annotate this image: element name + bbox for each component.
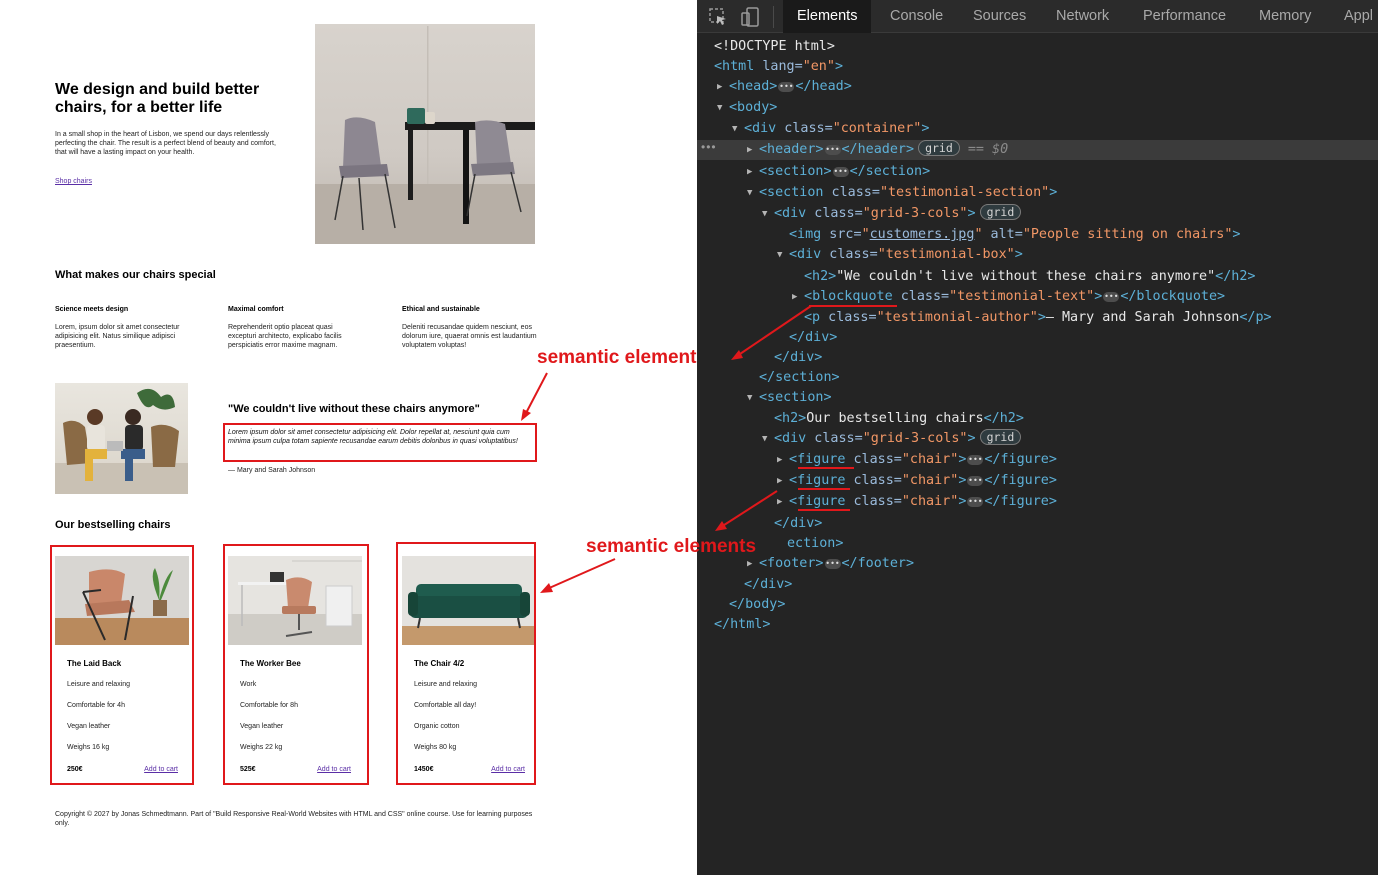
collapse-arrow-icon[interactable]: ▼ (747, 388, 759, 408)
dom-node[interactable]: <html lang="en"> (714, 57, 843, 77)
devtools-panel: Elements Console Sources Network Perform… (697, 0, 1378, 875)
expand-arrow-icon[interactable]: ▶ (747, 140, 759, 160)
dom-node[interactable]: ▼ <div class="grid-3-cols"> grid (762, 429, 1022, 449)
collapse-arrow-icon[interactable]: ▼ (777, 245, 789, 265)
devtools-tabbar: Elements Console Sources Network Perform… (697, 0, 1378, 33)
dom-node[interactable]: ▶ <blockquote class="testimonial-text"> ••… (792, 287, 1225, 307)
collapse-arrow-icon[interactable]: ▼ (747, 183, 759, 203)
dom-node[interactable]: <!DOCTYPE html> (714, 37, 835, 57)
dom-node[interactable]: </html> (714, 615, 770, 635)
dom-node[interactable]: <img src="customers.jpg" alt="People sit… (789, 225, 1240, 245)
tab-performance[interactable]: Performance (1143, 0, 1226, 33)
tab-elements[interactable]: Elements (783, 0, 872, 33)
collapsed-ellipsis-icon[interactable]: ••• (832, 167, 849, 177)
feature-title: Maximal comfort (228, 306, 284, 313)
hero-image (315, 24, 535, 244)
testimonial-author: — Mary and Sarah Johnson (228, 467, 316, 474)
dom-node[interactable]: <h2>"We couldn't live without these chai… (804, 267, 1255, 287)
shop-chairs-link[interactable]: Shop chairs (55, 178, 92, 185)
dom-node[interactable]: </div> (744, 575, 792, 595)
dom-node[interactable]: ▶ <head> ••• </head> (717, 77, 852, 97)
node-actions-icon[interactable]: ••• (701, 140, 717, 154)
collapse-arrow-icon[interactable]: ▼ (717, 98, 729, 118)
bestsellers-title: Our bestselling chairs (55, 519, 171, 531)
expand-arrow-icon[interactable]: ▶ (717, 77, 729, 97)
footer-copyright: Copyright © 2027 by Jonas Schmedtmann. P… (55, 811, 533, 827)
annotation-label: semantic element (537, 347, 697, 368)
collapsed-ellipsis-icon[interactable]: ••• (967, 497, 984, 507)
annotation-arrow-icon (540, 558, 616, 593)
tab-memory[interactable]: Memory (1259, 0, 1311, 33)
tab-application[interactable]: Appl (1344, 0, 1373, 33)
hero-title: We design and build better chairs, for a… (55, 81, 260, 116)
device-toolbar-icon[interactable] (739, 6, 761, 28)
figure-underline (798, 509, 850, 511)
blockquote-underline (809, 305, 897, 307)
feature-title: Ethical and sustainable (402, 306, 480, 313)
dom-node[interactable]: ▼ <section> (747, 388, 832, 408)
image-source-link[interactable]: customers.jpg (870, 227, 975, 242)
dom-node[interactable]: ▶ <section> ••• </section> (747, 162, 930, 182)
figure-highlight-box (223, 544, 369, 785)
annotation-label: semantic elements (586, 536, 757, 557)
dom-node[interactable]: </section> (759, 368, 840, 388)
collapse-arrow-icon[interactable]: ▼ (762, 429, 774, 449)
tab-network[interactable]: Network (1056, 0, 1109, 33)
grid-badge[interactable]: grid (979, 204, 1022, 220)
figure-underline (798, 488, 850, 490)
annotation-arrow-icon (521, 372, 548, 421)
dom-node[interactable]: ▼ <div class="container"> (732, 119, 929, 139)
collapsed-ellipsis-icon[interactable]: ••• (824, 145, 841, 155)
grid-badge[interactable]: grid (979, 429, 1022, 445)
page-preview: We design and build better chairs, for a… (0, 0, 697, 875)
hero-text: In a small shop in the heart of Lisbon, … (55, 131, 276, 156)
dom-node[interactable]: </body> (729, 595, 785, 615)
features-title: What makes our chairs special (55, 269, 216, 281)
feature-text: Deleniti recusandae quidem nesciunt, eos… (402, 324, 537, 349)
inspect-element-icon[interactable] (707, 6, 729, 28)
feature-text: Lorem, ipsum dolor sit amet consectetur … (55, 324, 180, 349)
grid-badge[interactable]: grid (918, 140, 960, 156)
tab-console[interactable]: Console (890, 0, 943, 33)
dom-node[interactable]: ▼ <div class="testimonial-box"> (777, 245, 1023, 265)
testimonial-title: "We couldn't live without these chairs a… (228, 403, 480, 415)
dom-node[interactable]: ▼ <div class="grid-3-cols"> grid (762, 204, 1022, 224)
dom-node[interactable]: <p class="testimonial-author">— Mary and… (804, 308, 1272, 328)
dom-node[interactable]: ▼ <section class="testimonial-section"> (747, 183, 1057, 203)
collapsed-ellipsis-icon[interactable]: ••• (967, 476, 984, 486)
dom-node[interactable]: ection> (787, 534, 843, 554)
expand-arrow-icon[interactable]: ▶ (747, 162, 759, 182)
collapsed-ellipsis-icon[interactable]: ••• (967, 455, 984, 465)
customers-image (55, 383, 188, 494)
feature-text: Reprehenderit optio placeat quasi except… (228, 324, 342, 349)
tab-sources[interactable]: Sources (973, 0, 1026, 33)
dom-node[interactable]: ▶ <footer> ••• </footer> (747, 554, 914, 574)
collapse-arrow-icon[interactable]: ▼ (732, 119, 744, 139)
figure-underline (798, 467, 854, 469)
figure-highlight-box (396, 542, 536, 785)
annotation-arrow-icon (731, 305, 812, 360)
expand-arrow-icon[interactable]: ▶ (777, 450, 789, 470)
collapsed-ellipsis-icon[interactable]: ••• (824, 559, 841, 569)
collapsed-ellipsis-icon[interactable]: ••• (778, 82, 795, 92)
annotation-arrow-icon (715, 490, 778, 531)
collapse-arrow-icon[interactable]: ▼ (762, 204, 774, 224)
dom-node[interactable]: ▼ <body> (717, 98, 777, 118)
dom-node[interactable]: <h2>Our bestselling chairs</h2> (774, 409, 1024, 429)
blockquote-highlight-box (223, 423, 537, 462)
figure-highlight-box (50, 545, 194, 785)
toolbar-separator (773, 6, 774, 28)
collapsed-ellipsis-icon[interactable]: ••• (1103, 292, 1120, 302)
feature-title: Science meets design (55, 306, 129, 313)
dom-node-selected[interactable]: ▶ <header> ••• </header> grid == $0 (747, 140, 1008, 160)
